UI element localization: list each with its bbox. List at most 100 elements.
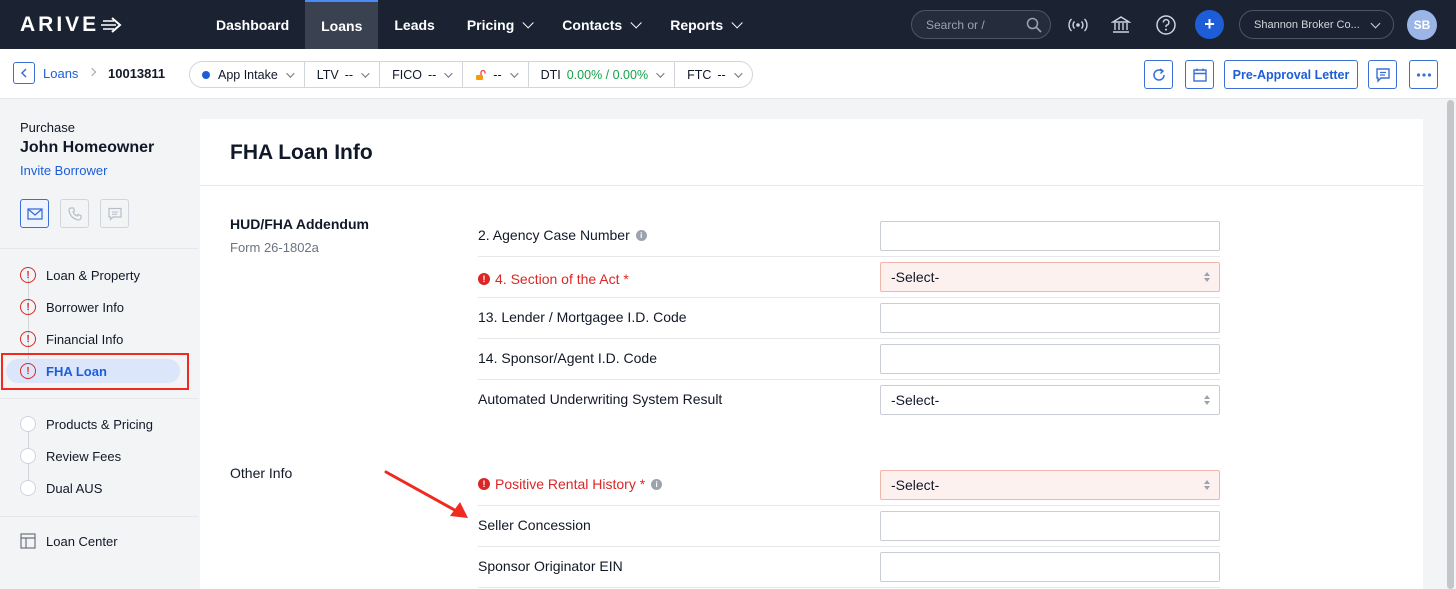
ftc-dropdown[interactable]: FTC --	[675, 62, 752, 87]
stage-dropdown[interactable]: App Intake	[190, 62, 305, 87]
user-avatar[interactable]: SB	[1407, 10, 1437, 40]
section-title-hud-fha: HUD/FHA Addendum	[230, 216, 369, 232]
search-input[interactable]: Search or /	[911, 10, 1051, 39]
annotation-arrow-icon	[384, 470, 468, 518]
sponsor-originator-ein-input[interactable]	[880, 552, 1220, 582]
refresh-icon	[1152, 67, 1165, 81]
comment-icon	[1375, 67, 1390, 83]
ltv-dropdown[interactable]: LTV --	[305, 62, 381, 87]
sidebar-divider	[0, 398, 198, 399]
refresh-button[interactable]	[1144, 60, 1173, 89]
lock-dropdown[interactable]: --	[463, 62, 529, 87]
more-horizontal-icon	[1416, 72, 1431, 77]
top-nav: ARIVE Dashboard Loans Leads Pricing Cont…	[0, 0, 1456, 49]
warning-icon: !	[20, 267, 36, 283]
step-circle-icon	[20, 416, 36, 432]
loan-type-label: Purchase	[20, 120, 75, 135]
nav-leads[interactable]: Leads	[378, 0, 450, 49]
info-icon[interactable]: i	[651, 478, 663, 490]
step-circle-icon	[20, 448, 36, 464]
select-arrows-icon	[1204, 480, 1210, 491]
more-options-button[interactable]	[1409, 60, 1438, 89]
comments-button[interactable]	[1368, 60, 1397, 89]
info-icon[interactable]: i	[635, 229, 647, 241]
nav-pricing[interactable]: Pricing	[451, 0, 546, 49]
help-icon[interactable]	[1153, 12, 1179, 38]
arive-logo[interactable]: ARIVE	[0, 0, 200, 49]
row-divider	[478, 587, 1220, 588]
chevron-down-icon	[656, 68, 665, 78]
sms-button[interactable]	[100, 199, 129, 228]
field-label-aus-result: Automated Underwriting System Result	[478, 391, 723, 407]
sidebar-item-financial-info[interactable]: ! Financial Info	[20, 327, 123, 351]
nav-contacts[interactable]: Contacts	[546, 0, 654, 49]
field-label-section-of-act: ! 4. Section of the Act *	[478, 271, 629, 287]
dti-dropdown[interactable]: DTI 0.00% / 0.00%	[529, 62, 676, 87]
chevron-down-icon	[733, 68, 743, 78]
row-divider	[478, 297, 1220, 298]
chevron-down-icon	[444, 68, 453, 78]
positive-rental-history-select[interactable]: -Select-	[880, 470, 1220, 500]
sponsor-agent-id-input[interactable]	[880, 344, 1220, 374]
select-arrows-icon	[1204, 395, 1210, 406]
chevron-down-icon	[509, 68, 519, 78]
annotation-highlight-box	[1, 353, 189, 390]
nav-dashboard[interactable]: Dashboard	[200, 0, 305, 49]
error-icon: !	[478, 273, 490, 285]
breadcrumb-loans[interactable]: Loans	[43, 66, 78, 81]
field-label-seller-concession: Seller Concession	[478, 517, 591, 533]
field-label-agency-case-number: 2. Agency Case Number i	[478, 227, 647, 243]
sidebar-item-borrower-info[interactable]: ! Borrower Info	[20, 295, 124, 319]
chevron-down-icon	[361, 68, 370, 78]
field-label-sponsor-agent-id: 14. Sponsor/Agent I.D. Code	[478, 350, 657, 366]
page-scrollbar[interactable]	[1444, 100, 1456, 589]
bank-icon[interactable]	[1108, 12, 1134, 38]
nav-loans[interactable]: Loans	[305, 0, 379, 49]
aus-result-select[interactable]: -Select-	[880, 385, 1220, 415]
warning-icon: !	[20, 331, 36, 347]
section-of-act-select[interactable]: -Select-	[880, 262, 1220, 292]
phone-icon	[67, 206, 82, 221]
create-new-button[interactable]: +	[1195, 10, 1224, 39]
phone-button[interactable]	[60, 199, 89, 228]
seller-concession-input[interactable]	[880, 511, 1220, 541]
sidebar-item-dual-aus[interactable]: Dual AUS	[20, 476, 102, 500]
company-selector[interactable]: Shannon Broker Co...	[1239, 10, 1394, 39]
row-divider	[478, 256, 1220, 257]
broadcast-icon[interactable]	[1065, 12, 1091, 38]
chevron-down-icon	[630, 16, 642, 29]
sidebar-item-loan-center[interactable]: Loan Center	[20, 529, 118, 553]
fico-dropdown[interactable]: FICO --	[380, 62, 464, 87]
loan-metrics-bar: App Intake LTV -- FICO -- -- DTI 0.00% /…	[189, 61, 753, 88]
chevron-left-icon	[20, 68, 27, 78]
email-button[interactable]	[20, 199, 49, 228]
field-label-lender-id: 13. Lender / Mortgagee I.D. Code	[478, 309, 687, 325]
sidebar-divider	[0, 516, 198, 517]
lender-id-input[interactable]	[880, 303, 1220, 333]
row-divider	[478, 505, 1220, 506]
breadcrumb-loan-id: 10013811	[108, 66, 166, 81]
warning-icon: !	[20, 299, 36, 315]
back-button[interactable]	[13, 62, 35, 84]
step-circle-icon	[20, 480, 36, 496]
invite-borrower-link[interactable]: Invite Borrower	[20, 163, 107, 178]
field-label-sponsor-originator-ein: Sponsor Originator EIN	[478, 558, 623, 574]
calendar-button[interactable]	[1185, 60, 1214, 89]
sidebar-item-review-fees[interactable]: Review Fees	[20, 444, 121, 468]
select-arrows-icon	[1204, 272, 1210, 283]
message-icon	[107, 207, 122, 221]
sidebar-divider	[0, 248, 198, 249]
nav-reports[interactable]: Reports	[654, 0, 755, 49]
pre-approval-letter-button[interactable]: Pre-Approval Letter	[1224, 60, 1358, 89]
mail-icon	[26, 207, 43, 220]
agency-case-number-input[interactable]	[880, 221, 1220, 251]
stage-dot-icon	[202, 70, 210, 79]
scrollbar-thumb[interactable]	[1447, 100, 1454, 589]
row-divider	[478, 546, 1220, 547]
row-divider	[478, 379, 1220, 380]
chevron-down-icon	[731, 16, 743, 29]
field-label-positive-rental-history: ! Positive Rental History * i	[478, 476, 663, 492]
sidebar-item-products-pricing[interactable]: Products & Pricing	[20, 412, 153, 436]
page-title: FHA Loan Info	[230, 141, 373, 164]
sidebar-item-loan-property[interactable]: ! Loan & Property	[20, 263, 140, 287]
